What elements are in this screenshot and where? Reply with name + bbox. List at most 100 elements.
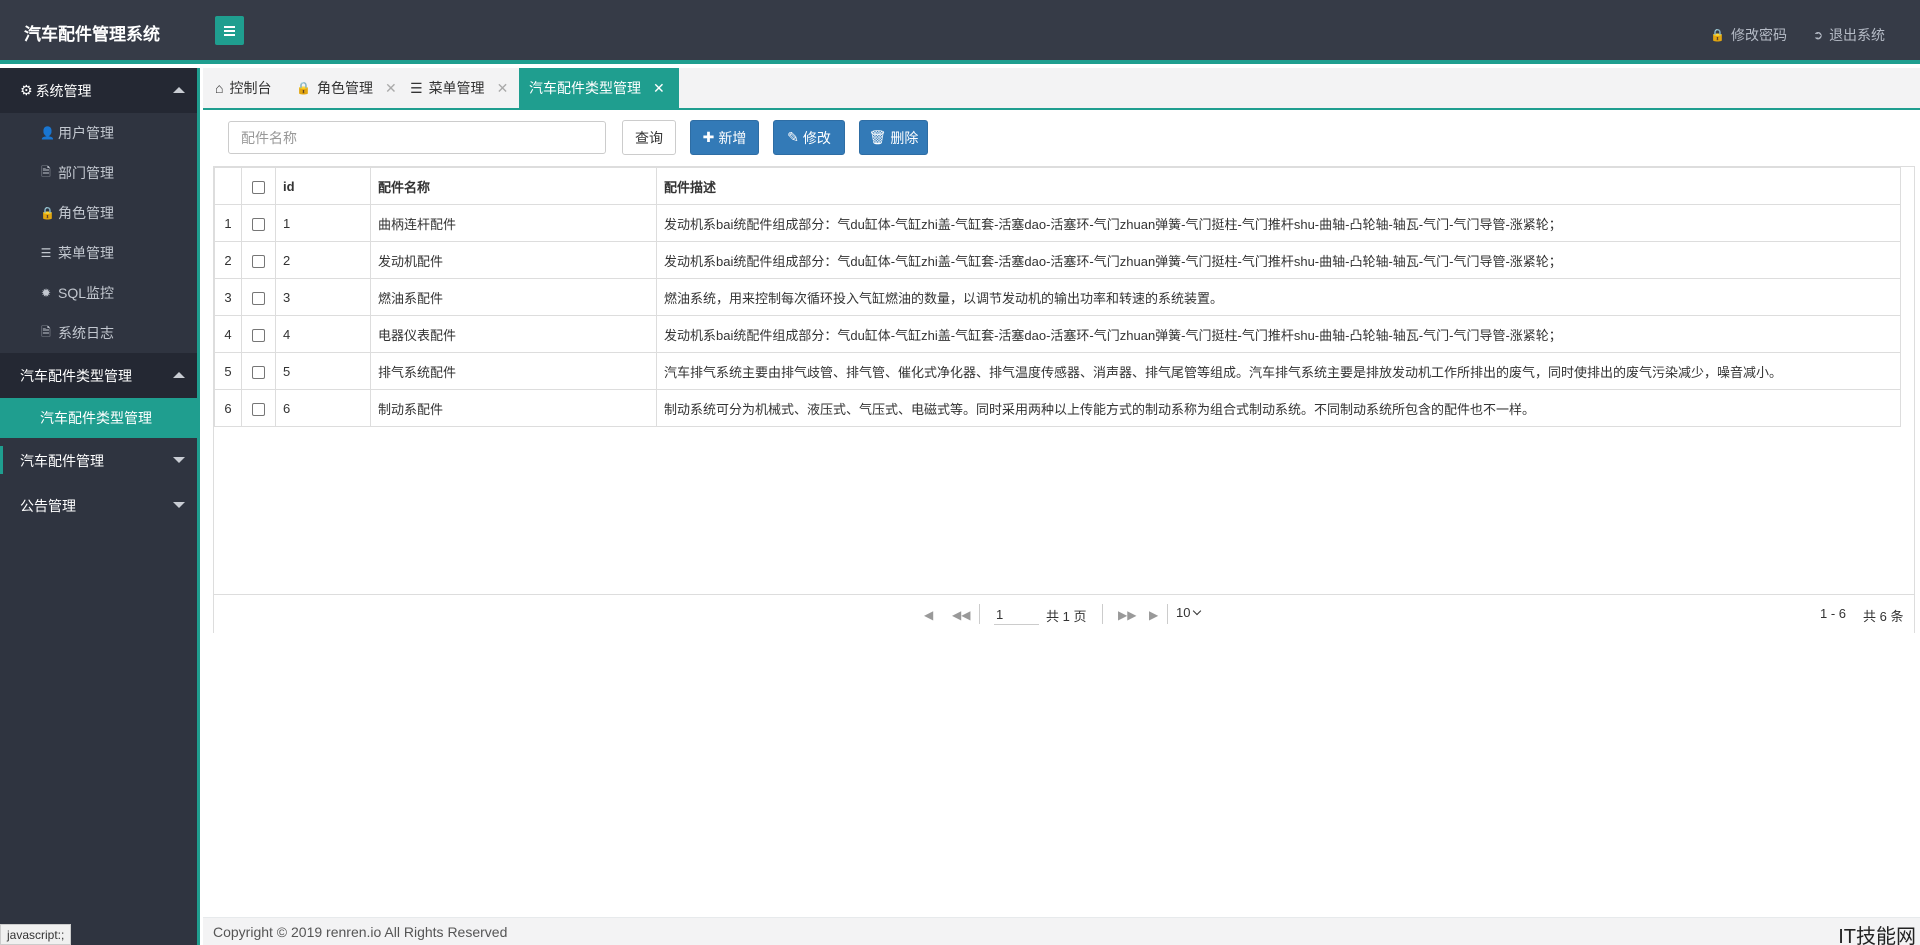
sidebar-item-label: 部门管理 <box>58 165 114 181</box>
table-row[interactable]: 2 2 发动机配件 发动机系bai统配件组成部分：气du缸体-气缸zhi盖-气缸… <box>214 241 1901 279</box>
row-checkbox[interactable] <box>252 291 265 305</box>
pager-divider <box>1167 604 1168 624</box>
tab-menus[interactable]: ☰ 菜单管理 ✕ <box>400 68 518 108</box>
sidebar-item-menus[interactable]: ☰ 菜单管理 <box>0 233 197 273</box>
cell-id: 3 <box>275 278 371 316</box>
close-icon[interactable]: ✕ <box>497 80 509 97</box>
sidebar-item-label: 汽车配件类型管理 <box>40 410 152 426</box>
first-page-icon[interactable]: ◀​ <box>924 608 933 622</box>
column-header-id[interactable]: id <box>275 167 371 205</box>
logout-link[interactable]: ➲ 退出系统 <box>1813 25 1885 45</box>
delete-button[interactable]: 🗑 删除 <box>859 120 928 155</box>
nav-group-label: 汽车配件管理 <box>20 452 104 469</box>
edit-label: 修改 <box>802 129 831 146</box>
app-brand: 汽车配件管理系统 <box>24 25 160 44</box>
cell-desc: 汽车排气系统主要由排气歧管、排气管、催化式净化器、排气温度传感器、消声器、排气尾… <box>656 352 1901 390</box>
nav-group-parts[interactable]: 汽车配件管理 <box>0 438 197 483</box>
sidebar-item-users[interactable]: 👤 用户管理 <box>0 113 197 153</box>
cell-desc: 发动机系bai统配件组成部分：气du缸体-气缸zhi盖-气缸套-活塞dao-活塞… <box>656 241 1901 279</box>
row-number: 5 <box>214 352 242 390</box>
trash-icon: 🗑 <box>868 129 887 145</box>
next-page-icon[interactable]: ▶▶ <box>1118 608 1136 622</box>
select-all-checkbox[interactable] <box>252 180 265 194</box>
close-icon[interactable]: ✕ <box>653 80 665 97</box>
sidebar-item-roles[interactable]: 🔒 角色管理 <box>0 193 197 233</box>
copyright-text: Copyright © 2019 renren.io All Rights Re… <box>213 924 508 940</box>
row-checkbox[interactable] <box>252 254 265 268</box>
caret-down-icon <box>173 457 185 463</box>
list-icon: ☰ <box>410 79 423 96</box>
cell-desc: 燃油系统，用来控制每次循环投入气缸燃油的数量，以调节发动机的输出功率和转速的系统… <box>656 278 1901 316</box>
bug-icon: ✹ <box>40 286 52 300</box>
home-icon: ⌂ <box>215 80 224 96</box>
total-records-text: 共 6 条 <box>1863 609 1904 624</box>
tab-dashboard[interactable]: ⌂ 控制台 <box>205 68 281 108</box>
row-checkbox-cell <box>241 315 276 353</box>
add-button[interactable]: ✚ 新增 <box>690 120 759 155</box>
nav-group-notices[interactable]: 公告管理 <box>0 483 197 528</box>
page-number-input[interactable] <box>994 605 1039 625</box>
gear-icon: ⚙ <box>20 82 33 98</box>
data-grid: id 配件名称 配件描述 1 1 曲柄连杆配件 发动机系bai统配件组成部分：气… <box>213 166 1915 633</box>
total-pages-text: 共 1 页 <box>1046 609 1087 624</box>
sidebar-item-system-log[interactable]: 🗎 系统日志 <box>0 313 197 353</box>
table-row[interactable]: 4 4 电器仪表配件 发动机系bai统配件组成部分：气du缸体-气缸zhi盖-气… <box>214 315 1901 353</box>
cell-desc: 发动机系bai统配件组成部分：气du缸体-气缸zhi盖-气缸套-活塞dao-活塞… <box>656 204 1901 242</box>
cell-name: 曲柄连杆配件 <box>370 204 657 242</box>
cell-id: 1 <box>275 204 371 242</box>
column-header-name[interactable]: 配件名称 <box>370 167 657 205</box>
row-checkbox[interactable] <box>252 328 265 342</box>
query-button[interactable]: 查询 <box>622 120 676 155</box>
edit-icon: ✎ <box>787 129 799 145</box>
page-size-select[interactable]: 10 <box>1176 605 1202 620</box>
watermark-text: IT技能网 <box>1838 926 1916 945</box>
column-header-desc[interactable]: 配件描述 <box>656 167 1901 205</box>
sidebar-item-label: 角色管理 <box>58 205 114 221</box>
cell-desc: 制动系统可分为机械式、液压式、气压式、电磁式等。同时采用两种以上传能方式的制动系… <box>656 389 1901 427</box>
caret-down-icon <box>173 502 185 508</box>
cell-id: 5 <box>275 352 371 390</box>
caret-up-icon <box>173 372 185 378</box>
tab-label: 控制台 <box>229 80 272 96</box>
sidebar-item-departments[interactable]: 🗎 部门管理 <box>0 153 197 193</box>
tab-part-types[interactable]: 汽车配件类型管理 ✕ <box>519 68 679 108</box>
table-row[interactable]: 1 1 曲柄连杆配件 发动机系bai统配件组成部分：气du缸体-气缸zhi盖-气… <box>214 204 1901 242</box>
row-checkbox[interactable] <box>252 402 265 416</box>
row-number: 4 <box>214 315 242 353</box>
row-checkbox[interactable] <box>252 365 265 379</box>
row-checkbox[interactable] <box>252 217 265 231</box>
table-row[interactable]: 5 5 排气系统配件 汽车排气系统主要由排气歧管、排气管、催化式净化器、排气温度… <box>214 352 1901 390</box>
pagination-bar: ◀​ ◀◀ 共 1 页 ▶▶ ▶ 10 1 - 6 共 6 条 <box>214 594 1914 633</box>
pager-divider <box>979 604 980 624</box>
user-icon: 👤 <box>40 126 55 140</box>
close-icon[interactable]: ✕ <box>385 80 397 97</box>
prev-page-icon[interactable]: ◀◀ <box>952 608 970 622</box>
sidebar-item-sql-monitor[interactable]: ✹ SQL监控 <box>0 273 197 313</box>
change-password-label: 修改密码 <box>1730 27 1787 43</box>
tab-roles[interactable]: 🔒 角色管理 ✕ <box>286 68 407 108</box>
lock-icon: 🔒 <box>1710 28 1725 42</box>
nav-group-system[interactable]: ⚙ 系统管理 <box>0 68 197 113</box>
row-number: 3 <box>214 278 242 316</box>
add-label: 新增 <box>718 129 747 146</box>
edit-button[interactable]: ✎ 修改 <box>773 120 845 155</box>
cell-id: 6 <box>275 389 371 427</box>
hamburger-icon <box>224 29 235 32</box>
lock-icon: 🔒 <box>296 81 311 95</box>
row-checkbox-cell <box>241 389 276 427</box>
table-row[interactable]: 3 3 燃油系配件 燃油系统，用来控制每次循环投入气缸燃油的数量，以调节发动机的… <box>214 278 1901 316</box>
table-header-row: id 配件名称 配件描述 <box>214 167 1901 205</box>
row-checkbox-cell <box>241 278 276 316</box>
change-password-link[interactable]: 🔒 修改密码 <box>1710 25 1787 45</box>
file-icon: 🗎 <box>41 164 51 179</box>
part-name-search-input[interactable] <box>228 121 606 154</box>
last-page-icon[interactable]: ▶ <box>1149 608 1158 622</box>
nav-group-part-types[interactable]: 汽车配件类型管理 <box>0 353 197 398</box>
logout-label: 退出系统 <box>1829 27 1886 43</box>
menu-toggle-button[interactable] <box>215 16 244 45</box>
tab-bar: ⌂ 控制台 🔒 角色管理 ✕ ☰ 菜单管理 ✕ 汽车配件类型管理 ✕ <box>203 68 1920 110</box>
sidebar-item-label: 菜单管理 <box>58 245 114 261</box>
row-checkbox-cell <box>241 204 276 242</box>
table-row[interactable]: 6 6 制动系配件 制动系统可分为机械式、液压式、气压式、电磁式等。同时采用两种… <box>214 389 1901 427</box>
sidebar-item-part-types[interactable]: 汽车配件类型管理 <box>0 398 197 438</box>
